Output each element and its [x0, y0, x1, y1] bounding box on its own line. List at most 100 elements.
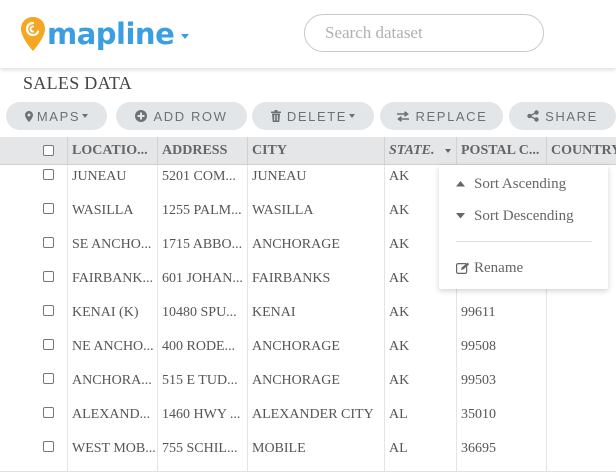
plus-circle-icon	[135, 110, 148, 122]
sort-ascending-menu-item[interactable]: Sort Ascending	[439, 171, 608, 197]
dataset-title: SALES DATA	[23, 73, 133, 93]
row-checkbox[interactable]	[43, 441, 54, 452]
cell-state[interactable]: AK	[384, 369, 457, 403]
cell-address[interactable]: 1460 HWY ...	[157, 403, 248, 437]
cell-country[interactable]	[546, 437, 616, 471]
cell-address[interactable]: 400 RODE...	[157, 335, 248, 369]
cell-location[interactable]: SE ANCHO...	[67, 233, 158, 267]
map-marker-icon	[24, 110, 33, 122]
table-header-row: LOCATIO... ADDRESS CITY STATE. POSTAL C.…	[0, 137, 616, 165]
edit-icon	[456, 262, 474, 274]
cell-location[interactable]: JUNEAU	[67, 165, 158, 199]
cell-location[interactable]: ANCHORA...	[67, 369, 158, 403]
table-row[interactable]: KENAI (K) 10480 SPU... KENAI AK 99611	[0, 301, 616, 336]
select-all-checkbox[interactable]	[43, 145, 54, 156]
cell-location[interactable]: WASILLA	[67, 199, 158, 233]
state-column-chevron-down-icon[interactable]	[445, 149, 451, 153]
cell-country[interactable]	[546, 403, 616, 437]
sort-descending-label: Sort Descending	[474, 207, 574, 224]
logo-text: mapline	[47, 17, 175, 51]
cell-city[interactable]: FAIRBANKS	[247, 267, 385, 301]
top-header: mapline	[0, 0, 616, 68]
swap-arrows-icon	[396, 110, 409, 122]
column-header-address[interactable]: ADDRESS	[157, 137, 248, 164]
map-pin-logo-icon	[21, 17, 45, 51]
caret-down-icon	[456, 213, 474, 219]
share-icon	[527, 110, 539, 122]
cell-state[interactable]: AK	[384, 301, 457, 335]
sort-ascending-label: Sort Ascending	[474, 175, 567, 192]
row-checkbox[interactable]	[43, 373, 54, 384]
row-checkbox[interactable]	[43, 271, 54, 282]
table-row[interactable]: ALEXAND... 1460 HWY ... ALEXANDER CITY AL 35…	[0, 403, 616, 438]
replace-button-label: REPLACE	[415, 108, 488, 124]
table-row[interactable]: NE ANCHO... 400 RODE... ANCHORAGE AK 99508	[0, 335, 616, 370]
cell-city[interactable]: ANCHORAGE	[247, 233, 385, 267]
rename-label: Rename	[474, 259, 524, 276]
row-checkbox[interactable]	[43, 237, 54, 248]
cell-state[interactable]: AL	[384, 403, 457, 437]
cell-country[interactable]	[546, 369, 616, 403]
cell-address[interactable]: 515 E TUD...	[157, 369, 248, 403]
cell-address[interactable]: 10480 SPU...	[157, 301, 248, 335]
row-checkbox[interactable]	[43, 169, 54, 180]
maps-button-label: MAPS	[36, 108, 81, 124]
cell-city[interactable]: ALEXANDER CITY	[247, 403, 385, 437]
cell-address[interactable]: 1715 ABBO...	[157, 233, 248, 267]
row-checkbox[interactable]	[43, 203, 54, 214]
delete-button-label: DELETE	[286, 108, 348, 124]
cell-address[interactable]: 5201 COM...	[157, 165, 248, 199]
table-row[interactable]: ANCHORA... 515 E TUD... ANCHORAGE AK 99503	[0, 369, 616, 404]
rename-menu-item[interactable]: Rename	[439, 255, 608, 281]
cell-city[interactable]: MOBILE	[247, 437, 385, 471]
caret-up-icon	[456, 181, 474, 187]
cell-location[interactable]: KENAI (K)	[67, 301, 158, 335]
cell-state[interactable]: AL	[384, 437, 457, 471]
delete-button[interactable]: DELETE	[252, 102, 374, 130]
cell-postal-code[interactable]: 36695	[456, 437, 547, 471]
cell-city[interactable]: ANCHORAGE	[247, 335, 385, 369]
share-button[interactable]: SHARE	[509, 102, 616, 130]
cell-address[interactable]: 755 SCHIL...	[157, 437, 248, 471]
app-menu-chevron-down-icon[interactable]	[181, 33, 190, 39]
cell-city[interactable]: KENAI	[247, 301, 385, 335]
add-row-button[interactable]: ADD ROW	[116, 102, 247, 130]
cell-postal-code[interactable]: 35010	[456, 403, 547, 437]
cell-postal-code[interactable]: 99611	[456, 301, 547, 335]
column-context-menu: Sort Ascending Sort Descending Rename	[439, 165, 608, 289]
column-header-location[interactable]: LOCATIO...	[67, 137, 158, 164]
search-input[interactable]	[304, 14, 544, 52]
sort-descending-menu-item[interactable]: Sort Descending	[439, 203, 608, 229]
menu-divider	[456, 241, 592, 242]
cell-city[interactable]: JUNEAU	[247, 165, 385, 199]
column-header-state-ellipsis: .	[431, 143, 435, 158]
replace-button[interactable]: REPLACE	[380, 102, 503, 130]
share-button-label: SHARE	[545, 108, 598, 124]
add-row-button-label: ADD ROW	[153, 108, 228, 124]
maps-dropdown-chevron-down-icon	[82, 114, 89, 118]
cell-location[interactable]: FAIRBANK...	[67, 267, 158, 301]
column-header-state-label: STATE	[389, 143, 432, 158]
cell-state[interactable]: AK	[384, 335, 457, 369]
column-header-state[interactable]: STATE.	[384, 137, 457, 164]
app-logo[interactable]: mapline	[20, 16, 190, 52]
cell-postal-code[interactable]: 99508	[456, 335, 547, 369]
cell-city[interactable]: WASILLA	[247, 199, 385, 233]
column-header-postal-code[interactable]: POSTAL C...	[456, 137, 547, 164]
cell-location[interactable]: ALEXAND...	[67, 403, 158, 437]
cell-country[interactable]	[546, 301, 616, 335]
cell-address[interactable]: 1255 PALM...	[157, 199, 248, 233]
row-checkbox[interactable]	[43, 339, 54, 350]
cell-postal-code[interactable]: 99503	[456, 369, 547, 403]
column-header-country[interactable]: COUNTRY	[546, 137, 616, 164]
column-header-city[interactable]: CITY	[247, 137, 385, 164]
cell-country[interactable]	[546, 335, 616, 369]
table-row[interactable]: WEST MOB... 755 SCHIL... MOBILE AL 36695	[0, 437, 616, 472]
cell-address[interactable]: 601 JOHAN...	[157, 267, 248, 301]
maps-button[interactable]: MAPS	[6, 102, 107, 130]
row-checkbox[interactable]	[43, 407, 54, 418]
row-checkbox[interactable]	[43, 305, 54, 316]
cell-location[interactable]: WEST MOB...	[67, 437, 158, 471]
cell-location[interactable]: NE ANCHO...	[67, 335, 158, 369]
cell-city[interactable]: ANCHORAGE	[247, 369, 385, 403]
